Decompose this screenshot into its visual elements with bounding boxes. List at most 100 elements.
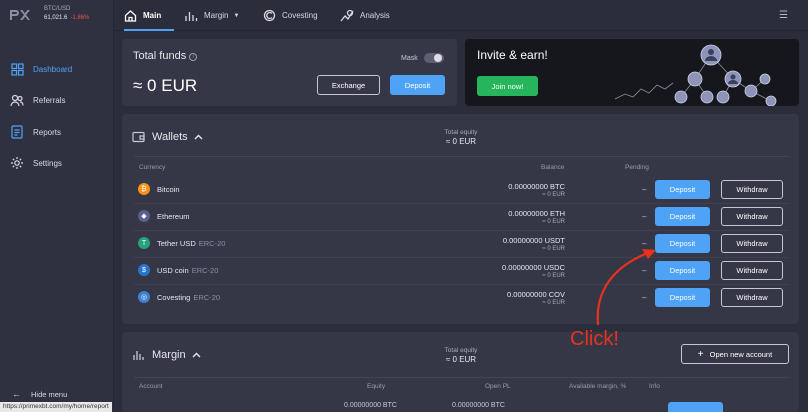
sidebar-item-referrals[interactable]: Referrals (10, 92, 65, 108)
primexbt-logo[interactable] (8, 8, 30, 22)
reports-icon (10, 125, 24, 139)
sidebar: BTC/USD 61,021.6 -1.86% Dashboard Referra… (0, 0, 114, 412)
wallets-header[interactable]: Wallets (132, 131, 203, 143)
total-funds-title: Total funds i (133, 50, 198, 62)
covesting-coin-icon: ◎ (138, 291, 150, 303)
column-header-open-pl: Open PL (485, 383, 511, 390)
margin-deposit-button[interactable] (668, 402, 723, 412)
deposit-button[interactable]: Deposit (655, 180, 710, 199)
equity-label: Total equity (444, 129, 478, 136)
withdraw-button[interactable]: Withdraw (721, 180, 783, 199)
sidebar-item-label: Reports (33, 127, 62, 137)
arrow-left-icon: ← (12, 389, 21, 399)
sidebar-item-settings[interactable]: Settings (10, 155, 62, 171)
currency-name: USD coin ERC-20 (157, 266, 219, 275)
margin-row-open-pl: 0.00000000 BTC (452, 402, 505, 409)
exchange-button[interactable]: Exchange (317, 75, 380, 95)
margin-header[interactable]: Margin (132, 349, 201, 361)
tab-margin[interactable]: Margin ▼ (184, 0, 239, 31)
sidebar-item-label: Referrals (33, 95, 66, 105)
equity-label: Total equity (444, 347, 478, 354)
deposit-button-usdt[interactable]: Deposit (655, 234, 710, 253)
balance-cell: 0.00000000 USDT ≈ 0 EUR (502, 236, 565, 252)
deposit-button[interactable]: Deposit (655, 207, 710, 226)
withdraw-button[interactable]: Withdraw (721, 288, 783, 307)
balance-cell: 0.00000000 ETH ≈ 0 EUR (508, 209, 565, 225)
equity-value: ≈ 0 EUR (445, 137, 477, 146)
withdraw-button[interactable]: Withdraw (721, 261, 783, 280)
wallets-card: Wallets Total equity ≈ 0 EUR Currency Ba… (122, 114, 799, 324)
equity-value: ≈ 0 EUR (445, 355, 477, 364)
chevron-up-icon[interactable] (192, 352, 201, 358)
mask-toggle[interactable] (423, 53, 444, 63)
hide-menu-button[interactable]: ← Hide menu (12, 389, 67, 399)
chevron-down-icon: ▼ (233, 12, 240, 19)
ticker-price: 61,021.6 (44, 15, 68, 21)
withdraw-button[interactable]: Withdraw (721, 234, 783, 253)
deposit-button[interactable]: Deposit (390, 75, 445, 95)
mask-label: Mask (401, 54, 418, 62)
tab-analysis[interactable]: Analysis (340, 0, 390, 31)
tab-covesting[interactable]: Covesting (263, 0, 318, 31)
wallets-title: Wallets (152, 131, 188, 143)
chart-icon (184, 10, 198, 22)
sidebar-item-label: Dashboard (33, 64, 73, 74)
chart-icon (132, 349, 145, 361)
tab-label: Margin (204, 11, 229, 20)
status-url-bar: https://primexbt.com/my/home/report (0, 402, 112, 412)
wallet-icon (132, 131, 145, 143)
ticker-pair: BTC/USD (44, 6, 71, 12)
deposit-button[interactable]: Deposit (655, 261, 710, 280)
tab-label: Main (143, 11, 162, 20)
withdraw-button[interactable]: Withdraw (721, 207, 783, 226)
pending-cell: – (642, 212, 647, 221)
analysis-icon (340, 9, 354, 22)
column-header-equity: Equity (367, 383, 386, 390)
pending-cell: – (642, 239, 647, 248)
ticker[interactable]: BTC/USD 61,021.6 -1.86% (44, 5, 89, 23)
total-funds-amount: ≈ 0 EUR (133, 76, 198, 95)
table-row: $ USD coin ERC-20 0.00000000 USDC ≈ 0 EUR … (134, 258, 789, 285)
tab-main[interactable]: Main (124, 0, 174, 31)
balance-cell: 0.00000000 USDC ≈ 0 EUR (502, 263, 565, 279)
chevron-up-icon[interactable] (194, 134, 203, 140)
join-now-button[interactable]: Join now! (477, 76, 538, 96)
home-icon (124, 9, 137, 22)
column-header-currency: Currency (139, 164, 166, 171)
hide-menu-label: Hide menu (31, 389, 68, 399)
deposit-button[interactable]: Deposit (655, 288, 710, 307)
currency-name: Tether USD ERC-20 (157, 239, 226, 248)
info-icon[interactable]: i (189, 53, 198, 61)
currency-name: Covesting ERC-20 (157, 293, 221, 302)
pending-cell: – (642, 185, 647, 194)
divider (134, 156, 789, 157)
click-annotation: Click! (570, 328, 619, 350)
hamburger-menu-icon[interactable]: ☰ (779, 10, 788, 21)
column-header-balance: Balance (541, 164, 565, 171)
margin-title: Margin (152, 349, 186, 361)
open-new-account-button[interactable]: + Open new account (681, 344, 789, 364)
ticker-change: -1.86% (70, 15, 90, 21)
covesting-icon (263, 9, 276, 22)
sidebar-item-dashboard[interactable]: Dashboard (10, 61, 72, 77)
total-funds-card: Total funds i ≈ 0 EUR Mask Exchange Depos… (122, 39, 457, 106)
divider (134, 377, 789, 378)
tab-label: Covesting (282, 11, 318, 20)
usd-coin-icon: $ (138, 264, 150, 276)
top-navigation: Main Margin ▼ Covesting Analysis ☰ (114, 0, 808, 31)
margin-card: Margin Total equity ≈ 0 EUR + Open new a… (122, 332, 799, 412)
column-header-account: Account (139, 383, 163, 390)
bitcoin-icon: ₿ (138, 183, 150, 195)
users-icon (10, 93, 24, 107)
margin-total-equity: Total equity ≈ 0 EUR (421, 347, 501, 364)
invite-banner: Invite & earn! Join now! (465, 39, 799, 106)
dashboard-icon (10, 62, 24, 76)
ethereum-icon: ◆ (138, 210, 150, 222)
column-header-info: Info (649, 383, 660, 390)
sidebar-item-reports[interactable]: Reports (10, 124, 61, 140)
balance-cell: 0.00000000 COV ≈ 0 EUR (507, 290, 565, 306)
currency-name: Ethereum (157, 212, 190, 221)
referral-network-illustration (615, 44, 777, 106)
tether-icon: T (138, 237, 150, 249)
gear-icon (10, 156, 24, 170)
